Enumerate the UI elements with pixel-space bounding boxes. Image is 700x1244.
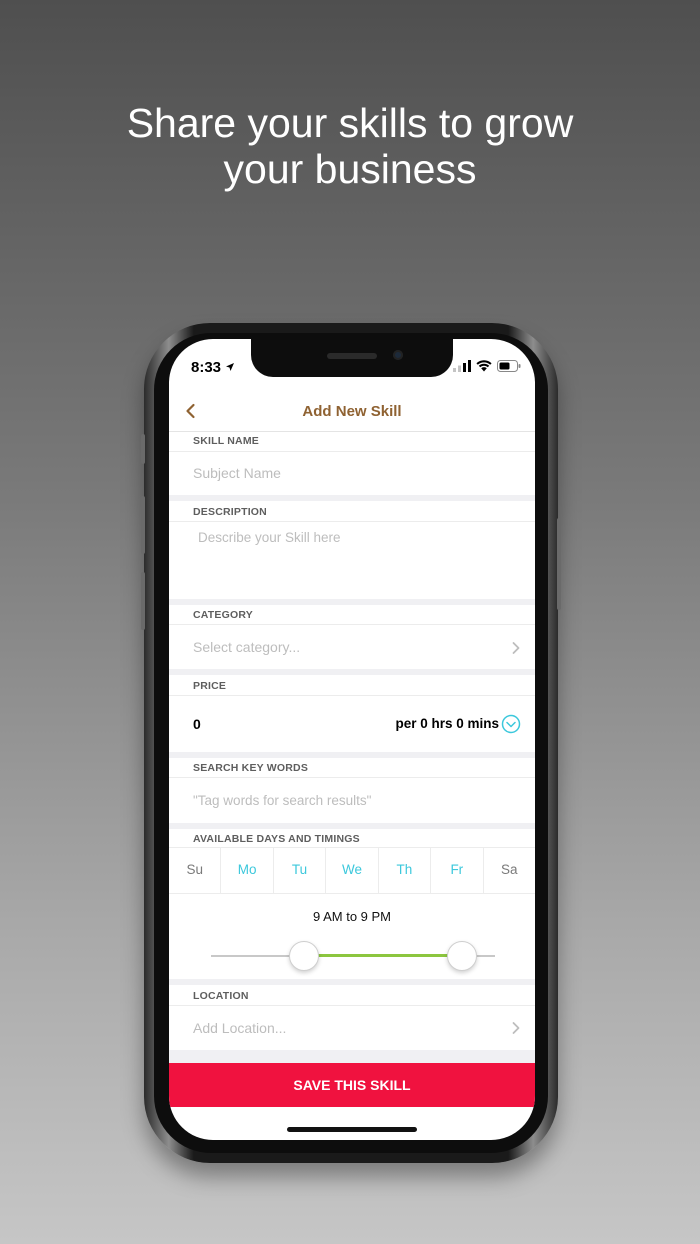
price-label: PRICE: [193, 680, 227, 692]
home-indicator[interactable]: [287, 1127, 417, 1132]
phone-screen: 8:33 Add New Skill SKILL NAME Subject Na…: [169, 339, 535, 1140]
location-select[interactable]: Add Location...: [169, 1006, 535, 1050]
section-gap: [169, 979, 535, 985]
volume-down-button: [141, 572, 145, 630]
divider: [169, 695, 535, 696]
day-tuesday[interactable]: Tu: [274, 847, 327, 893]
section-gap: [169, 495, 535, 501]
time-slider-range: [305, 954, 462, 957]
section-gap: [169, 669, 535, 675]
section-gap: [169, 599, 535, 605]
status-icons: [453, 360, 521, 372]
price-input[interactable]: 0: [193, 716, 201, 732]
skill-name-label: SKILL NAME: [193, 435, 259, 447]
category-select[interactable]: Select category...: [169, 625, 535, 669]
day-sunday[interactable]: Su: [169, 847, 222, 893]
speaker-grille: [327, 353, 377, 359]
location-label: LOCATION: [193, 990, 249, 1002]
navigation-bar: Add New Skill: [169, 395, 535, 432]
divider: [169, 777, 535, 778]
mute-switch: [141, 434, 145, 464]
description-textarea[interactable]: Describe your Skill here: [198, 530, 508, 594]
category-label: CATEGORY: [193, 609, 253, 621]
status-time: 8:33: [191, 359, 235, 376]
cellular-signal-icon: [453, 360, 471, 372]
search-keywords-input[interactable]: "Tag words for search results": [193, 793, 513, 808]
time-slider-end-handle[interactable]: [447, 941, 477, 971]
skill-name-input[interactable]: Subject Name: [193, 465, 513, 481]
section-gap: [169, 1050, 535, 1063]
day-monday[interactable]: Mo: [221, 847, 274, 893]
description-label: DESCRIPTION: [193, 506, 267, 518]
day-wednesday[interactable]: We: [326, 847, 379, 893]
section-gap: [169, 752, 535, 758]
wifi-icon: [476, 360, 492, 372]
day-thursday[interactable]: Th: [379, 847, 432, 893]
save-skill-button[interactable]: SAVE THIS SKILL: [169, 1063, 535, 1107]
search-keywords-label: SEARCH KEY WORDS: [193, 762, 309, 774]
chevron-right-icon: [512, 642, 520, 654]
category-select-placeholder: Select category...: [193, 639, 301, 655]
status-time-text: 8:33: [191, 359, 222, 376]
day-saturday[interactable]: Sa: [484, 847, 535, 893]
chevron-right-icon: [512, 1022, 520, 1034]
front-camera: [393, 350, 403, 360]
day-selector: Su Mo Tu We Th Fr Sa: [169, 847, 535, 893]
availability-label: AVAILABLE DAYS AND TIMINGS: [193, 833, 360, 845]
day-friday[interactable]: Fr: [431, 847, 484, 893]
marketing-headline: Share your skills to grow your business: [0, 100, 700, 192]
time-slider-start-handle[interactable]: [289, 941, 319, 971]
battery-icon: [497, 360, 521, 372]
notch: [251, 339, 453, 377]
price-duration-text: per 0 hrs 0 mins: [395, 716, 499, 731]
volume-up-button: [141, 496, 145, 554]
location-arrow-icon: [226, 363, 235, 371]
divider: [169, 451, 535, 452]
page-title: Add New Skill: [302, 403, 402, 420]
power-button: [557, 518, 561, 610]
headline-line-2: your business: [223, 146, 477, 192]
divider: [169, 521, 535, 522]
time-range-text: 9 AM to 9 PM: [312, 909, 392, 924]
location-select-placeholder: Add Location...: [193, 1020, 287, 1036]
section-gap: [169, 823, 535, 829]
divider: [169, 893, 535, 894]
duration-dropdown-icon[interactable]: [501, 714, 521, 734]
headline-line-1: Share your skills to grow: [126, 100, 574, 146]
